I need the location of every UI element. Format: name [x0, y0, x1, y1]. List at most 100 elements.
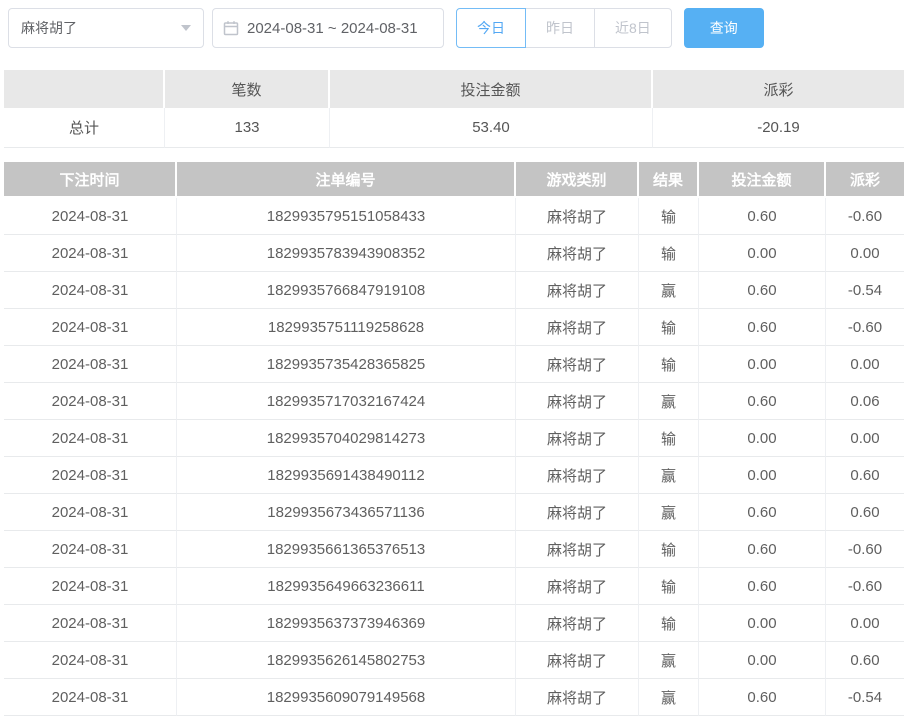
cell-game-type: 麻将胡了 — [516, 679, 639, 716]
cell-bet-amount: 0.00 — [699, 605, 826, 642]
chevron-down-icon — [181, 25, 191, 31]
table-row: 2024-08-311829935691438490112麻将胡了赢0.000.… — [4, 457, 904, 494]
cell-result: 输 — [639, 605, 699, 642]
cell-game-type: 麻将胡了 — [516, 346, 639, 383]
quick-range-group: 今日 昨日 近8日 — [456, 8, 672, 48]
table-row: 2024-08-311829935766847919108麻将胡了赢0.60-0… — [4, 272, 904, 309]
calendar-icon — [223, 20, 239, 36]
cell-payout: -0.60 — [826, 309, 904, 346]
cell-game-type: 麻将胡了 — [516, 383, 639, 420]
cell-bet-id: 1829935691438490112 — [177, 457, 516, 494]
table-row: 2024-08-311829935626145802753麻将胡了赢0.000.… — [4, 642, 904, 679]
cell-game-type: 麻将胡了 — [516, 198, 639, 235]
cell-game-type: 麻将胡了 — [516, 420, 639, 457]
cell-bet-time: 2024-08-31 — [4, 568, 177, 605]
cell-result: 输 — [639, 568, 699, 605]
table-row: 2024-08-311829935717032167424麻将胡了赢0.600.… — [4, 383, 904, 420]
summary-header-bet-amount: 投注金额 — [330, 70, 653, 108]
cell-bet-amount: 0.60 — [699, 494, 826, 531]
summary-table: 笔数 投注金额 派彩 总计 133 53.40 -20.19 — [4, 70, 904, 148]
table-row: 2024-08-311829935649663236611麻将胡了输0.60-0… — [4, 568, 904, 605]
summary-header-payout: 派彩 — [653, 70, 904, 108]
cell-result: 赢 — [639, 494, 699, 531]
cell-bet-time: 2024-08-31 — [4, 198, 177, 235]
cell-bet-amount: 0.60 — [699, 531, 826, 568]
cell-bet-amount: 0.00 — [699, 235, 826, 272]
cell-bet-time: 2024-08-31 — [4, 420, 177, 457]
cell-bet-id: 1829935704029814273 — [177, 420, 516, 457]
cell-result: 输 — [639, 531, 699, 568]
game-select[interactable]: 麻将胡了 — [8, 8, 204, 48]
cell-bet-amount: 0.00 — [699, 642, 826, 679]
table-row: 2024-08-311829935751119258628麻将胡了输0.60-0… — [4, 309, 904, 346]
cell-bet-id: 1829935751119258628 — [177, 309, 516, 346]
table-row: 2024-08-311829935735428365825麻将胡了输0.000.… — [4, 346, 904, 383]
cell-bet-id: 1829935735428365825 — [177, 346, 516, 383]
yesterday-button[interactable]: 昨日 — [525, 8, 595, 48]
cell-payout: -0.54 — [826, 679, 904, 716]
table-row: 2024-08-311829935661365376513麻将胡了输0.60-0… — [4, 531, 904, 568]
cell-bet-time: 2024-08-31 — [4, 272, 177, 309]
cell-payout: 0.00 — [826, 346, 904, 383]
cell-bet-amount: 0.60 — [699, 198, 826, 235]
cell-bet-time: 2024-08-31 — [4, 383, 177, 420]
summary-total-payout: -20.19 — [653, 108, 904, 148]
cell-payout: 0.60 — [826, 457, 904, 494]
cell-bet-time: 2024-08-31 — [4, 679, 177, 716]
summary-header-row: 笔数 投注金额 派彩 — [4, 70, 904, 108]
header-bet-amount: 投注金额 — [699, 162, 826, 198]
cell-bet-id: 1829935717032167424 — [177, 383, 516, 420]
header-bet-id: 注单编号 — [177, 162, 516, 198]
today-button[interactable]: 今日 — [456, 8, 526, 48]
cell-payout: -0.54 — [826, 272, 904, 309]
cell-bet-id: 1829935795151058433 — [177, 198, 516, 235]
cell-payout: 0.60 — [826, 642, 904, 679]
summary-header-count: 笔数 — [165, 70, 330, 108]
cell-bet-amount: 0.60 — [699, 679, 826, 716]
table-row: 2024-08-311829935637373946369麻将胡了输0.000.… — [4, 605, 904, 642]
cell-bet-time: 2024-08-31 — [4, 309, 177, 346]
toolbar: 麻将胡了 2024-08-31 ~ 2024-08-31 今日 昨日 近8日 查… — [0, 0, 908, 48]
last-8-days-button[interactable]: 近8日 — [594, 8, 672, 48]
cell-result: 赢 — [639, 679, 699, 716]
cell-result: 输 — [639, 346, 699, 383]
cell-result: 输 — [639, 420, 699, 457]
cell-payout: 0.06 — [826, 383, 904, 420]
cell-game-type: 麻将胡了 — [516, 457, 639, 494]
cell-bet-id: 1829935766847919108 — [177, 272, 516, 309]
cell-bet-amount: 0.00 — [699, 346, 826, 383]
bet-records-table: 下注时间 注单编号 游戏类别 结果 投注金额 派彩 2024-08-311829… — [4, 162, 904, 716]
cell-game-type: 麻将胡了 — [516, 642, 639, 679]
cell-result: 输 — [639, 309, 699, 346]
cell-bet-amount: 0.60 — [699, 309, 826, 346]
cell-bet-time: 2024-08-31 — [4, 494, 177, 531]
cell-bet-amount: 0.00 — [699, 420, 826, 457]
cell-payout: -0.60 — [826, 198, 904, 235]
cell-payout: 0.00 — [826, 420, 904, 457]
cell-result: 赢 — [639, 272, 699, 309]
cell-bet-time: 2024-08-31 — [4, 605, 177, 642]
cell-payout: 0.00 — [826, 235, 904, 272]
cell-bet-id: 1829935783943908352 — [177, 235, 516, 272]
header-bet-time: 下注时间 — [4, 162, 177, 198]
summary-total-bet-amount: 53.40 — [330, 108, 653, 148]
cell-game-type: 麻将胡了 — [516, 494, 639, 531]
summary-header-blank — [4, 70, 165, 108]
cell-payout: 0.00 — [826, 605, 904, 642]
cell-game-type: 麻将胡了 — [516, 309, 639, 346]
cell-game-type: 麻将胡了 — [516, 235, 639, 272]
cell-bet-time: 2024-08-31 — [4, 235, 177, 272]
game-select-value: 麻将胡了 — [21, 18, 77, 38]
cell-game-type: 麻将胡了 — [516, 272, 639, 309]
cell-bet-time: 2024-08-31 — [4, 346, 177, 383]
header-payout: 派彩 — [826, 162, 904, 198]
cell-bet-amount: 0.60 — [699, 383, 826, 420]
cell-bet-time: 2024-08-31 — [4, 531, 177, 568]
query-button[interactable]: 查询 — [684, 8, 764, 48]
date-range-input[interactable]: 2024-08-31 ~ 2024-08-31 — [212, 8, 444, 48]
cell-result: 赢 — [639, 457, 699, 494]
cell-game-type: 麻将胡了 — [516, 531, 639, 568]
cell-bet-amount: 0.60 — [699, 272, 826, 309]
header-result: 结果 — [639, 162, 699, 198]
cell-bet-id: 1829935626145802753 — [177, 642, 516, 679]
